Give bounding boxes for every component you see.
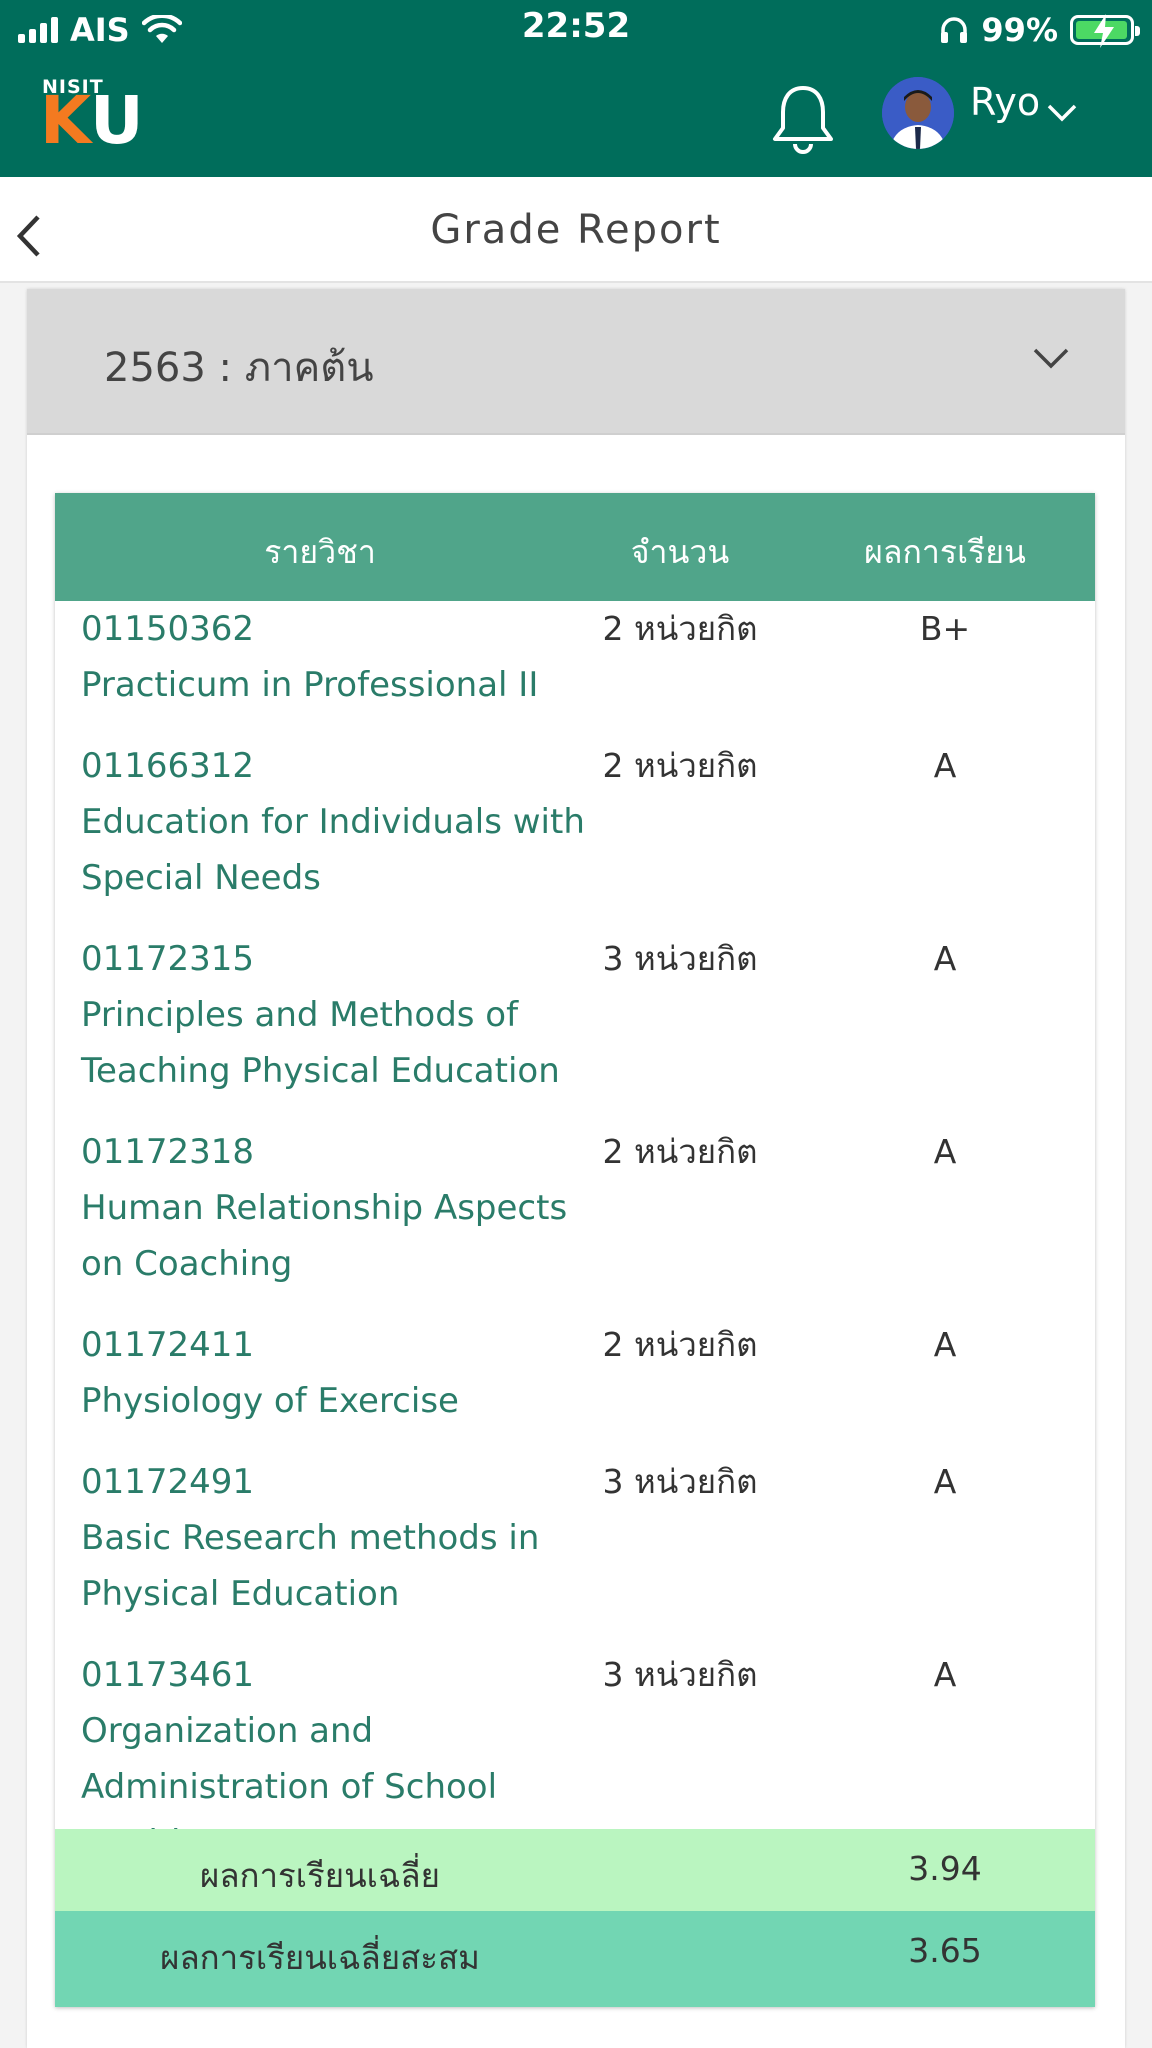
grade-table: รายวิชา จำนวน ผลการเรียน 01150362 Practi… <box>55 493 1095 2007</box>
table-row: 01172318 Human Relationship Aspects on C… <box>55 1124 1095 1317</box>
course-name: Basic Research methods in Physical Educa… <box>81 1518 540 1614</box>
notification-bell-icon[interactable] <box>770 84 836 154</box>
chevron-down-icon <box>1033 348 1069 369</box>
course-code: 01172411 <box>81 1325 255 1365</box>
grade-card: 2563 : ภาคต้น รายวิชา จำนวน ผลการเรียน 0… <box>27 289 1125 2048</box>
table-row: 01172491 Basic Research methods in Physi… <box>55 1454 1095 1647</box>
page-title: Grade Report <box>430 207 722 253</box>
course-grade: A <box>933 1325 957 1364</box>
course-credits: 2 หน่วยกิต <box>602 746 758 785</box>
ku-logo[interactable]: NISIT KU <box>40 76 180 162</box>
course-grade: A <box>933 939 957 978</box>
course-grade: A <box>933 746 957 785</box>
course-credits: 2 หน่วยกิต <box>602 1325 758 1364</box>
course-grade: A <box>933 1655 957 1694</box>
course-name: Principles and Methods of Teaching Physi… <box>81 995 560 1091</box>
course-code: 01166312 <box>81 746 255 786</box>
table-header: รายวิชา จำนวน ผลการเรียน <box>55 493 1095 601</box>
column-header-subject: รายวิชา <box>264 533 376 571</box>
course-grade: B+ <box>919 609 971 648</box>
status-right: 99% <box>939 8 1140 52</box>
course-grade: A <box>933 1132 957 1171</box>
course-name: Human Relationship Aspects on Coaching <box>81 1188 568 1284</box>
gpax-label: ผลการเรียนเฉลี่ยสะสม <box>160 1938 480 1977</box>
column-header-grade: ผลการเรียน <box>864 533 1026 571</box>
gpax-value: 3.65 <box>908 1931 982 1970</box>
battery-percent: 99% <box>981 11 1058 49</box>
table-row: 01150362 Practicum in Professional II 2 … <box>55 601 1095 738</box>
column-header-credits: จำนวน <box>630 533 730 571</box>
user-name[interactable]: Ryo <box>970 80 1040 124</box>
course-name: Education for Individuals with Special N… <box>81 802 585 898</box>
headphones-icon <box>941 17 968 43</box>
table-row: 01172411 Physiology of Exercise 2 หน่วยก… <box>55 1317 1095 1454</box>
table-row: 01172315 Principles and Methods of Teach… <box>55 931 1095 1124</box>
chevron-down-icon[interactable] <box>1046 102 1078 124</box>
table-body: 01150362 Practicum in Professional II 2 … <box>55 601 1095 1863</box>
course-credits: 2 หน่วยกิต <box>602 609 758 648</box>
title-bar: Grade Report <box>0 177 1152 283</box>
course-credits: 3 หน่วยกิต <box>602 1655 758 1694</box>
term-label: 2563 : ภาคต้น <box>104 345 374 391</box>
course-code: 01150362 <box>81 609 255 649</box>
gpa-row: ผลการเรียนเฉลี่ย 3.94 <box>55 1829 1095 1911</box>
status-bar: AIS 22:52 99% <box>0 0 1152 60</box>
course-code: 01172318 <box>81 1132 255 1172</box>
course-grade: A <box>933 1462 957 1501</box>
battery-icon <box>1070 14 1140 48</box>
course-credits: 3 หน่วยกิต <box>602 939 758 978</box>
course-code: 01172491 <box>81 1462 255 1502</box>
gpa-value: 3.94 <box>908 1849 982 1888</box>
table-row: 01173461 Organization and Administration… <box>55 1647 1095 1863</box>
course-code: 01172315 <box>81 939 255 979</box>
app-header: AIS 22:52 99% NISIT KU Ryo <box>0 0 1152 177</box>
course-credits: 2 หน่วยกิต <box>602 1132 758 1171</box>
term-selector[interactable]: 2563 : ภาคต้น <box>27 289 1125 435</box>
course-name: Physiology of Exercise <box>81 1381 459 1421</box>
gpax-row: ผลการเรียนเฉลี่ยสะสม 3.65 <box>55 1911 1095 2007</box>
avatar[interactable] <box>882 77 954 149</box>
gpa-label: ผลการเรียนเฉลี่ย <box>199 1856 440 1895</box>
table-row: 01166312 Education for Individuals with … <box>55 738 1095 931</box>
course-name: Practicum in Professional II <box>81 665 539 705</box>
course-code: 01173461 <box>81 1655 255 1695</box>
course-credits: 3 หน่วยกิต <box>602 1462 758 1501</box>
